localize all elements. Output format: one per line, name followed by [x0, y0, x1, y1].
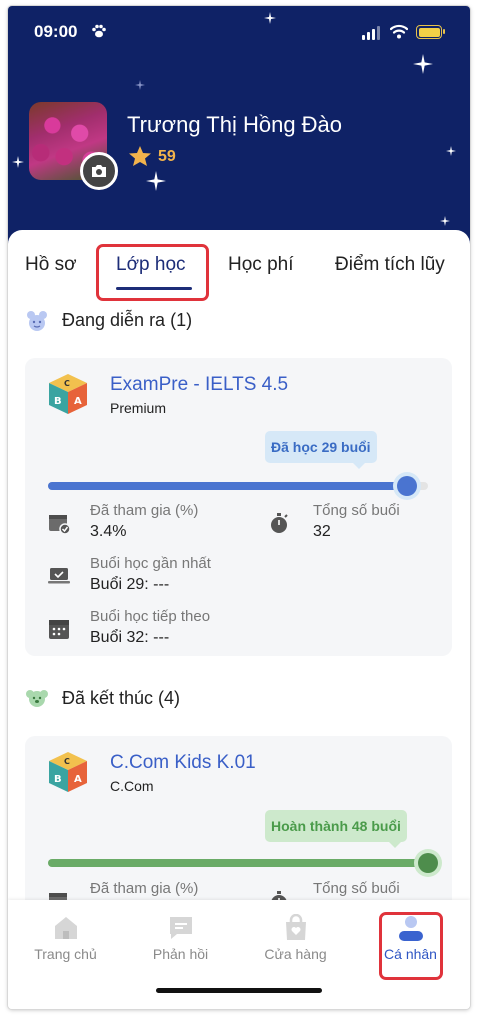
section-title-finished: Đã kết thúc (4)	[62, 688, 181, 708]
svg-text:B: B	[54, 396, 62, 407]
course-title[interactable]: ExamPre - IELTS 4.5	[110, 374, 288, 396]
attended-label: Đã tham gia (%)	[90, 502, 199, 519]
calendar-grid-icon	[49, 620, 69, 639]
nav-home[interactable]: Trang chủ	[8, 900, 123, 980]
signal-icon	[362, 26, 382, 40]
sparkle-icon	[446, 146, 456, 156]
laptop-check-icon	[48, 568, 70, 584]
progress-track	[48, 853, 438, 873]
progress-track	[48, 476, 428, 496]
mouse-icon	[27, 311, 47, 331]
course-subtitle: Premium	[110, 400, 167, 416]
tab-tuition[interactable]: Học phí	[228, 254, 293, 276]
bottom-nav: Trang chủ Phản hồi Cửa hàng Cá nhân	[8, 900, 470, 1009]
content-panel: Hồ sơ Lớp học Học phí Điểm tích lũy Đang…	[8, 230, 470, 910]
wifi-icon	[390, 24, 408, 39]
sparkle-icon	[413, 54, 433, 74]
svg-text:A: A	[74, 774, 82, 785]
next-session-label: Buổi học tiếp theo	[90, 608, 211, 625]
sparkle-icon	[12, 156, 24, 168]
total-sessions-label: Tổng số buổi	[313, 880, 400, 897]
sparkle-icon	[146, 171, 166, 191]
home-icon	[55, 917, 77, 939]
phone-screen: 09:00 Trương Thị Hồng Đào 59 Hồ sơ Lớp h…	[8, 6, 470, 1009]
next-session-value: Buổi 32: ---	[90, 629, 170, 646]
chat-icon	[170, 917, 192, 939]
nav-label: Trang chủ	[34, 946, 97, 962]
course-card-ongoing[interactable]: C B A ExamPre - IELTS 4.5 Premium Đã học…	[25, 358, 452, 656]
latest-session-label: Buổi học gần nhất	[90, 555, 211, 572]
total-sessions-label: Tổng số buổi	[313, 502, 400, 519]
course-card-finished[interactable]: C B A C.Com Kids K.01 C.Com Hoàn thành 4…	[25, 736, 452, 910]
change-avatar-button[interactable]	[80, 152, 118, 190]
profile-header: 09:00 Trương Thị Hồng Đào 59	[8, 6, 470, 251]
tab-profile[interactable]: Hồ sơ	[25, 254, 77, 276]
sparkle-icon	[440, 216, 450, 226]
abc-cube-icon: C B A	[49, 752, 87, 792]
sparkle-icon	[135, 80, 145, 90]
svg-text:A: A	[74, 396, 82, 407]
progress-fill	[48, 482, 407, 490]
progress-bubble: Hoàn thành 48 buổi	[265, 810, 407, 848]
highlight-box	[96, 244, 209, 301]
stopwatch-icon	[271, 513, 288, 533]
progress-knob	[396, 476, 417, 496]
svg-text:C: C	[64, 757, 70, 766]
attended-label: Đã tham gia (%)	[90, 880, 199, 897]
battery-icon	[416, 25, 445, 39]
nav-label: Phản hồi	[152, 946, 209, 962]
status-time: 09:00	[34, 22, 78, 41]
nav-label: Cửa hàng	[264, 946, 327, 962]
svg-text:C: C	[64, 379, 70, 388]
progress-bubble: Đã học 29 buổi	[265, 431, 377, 469]
tab-points[interactable]: Điểm tích lũy	[335, 254, 445, 276]
highlight-box	[379, 912, 443, 980]
progress-fill	[48, 859, 428, 867]
section-title-ongoing: Đang diễn ra (1)	[62, 310, 193, 330]
camera-icon	[92, 165, 106, 177]
calendar-check-icon	[49, 515, 71, 535]
course-subtitle: C.Com	[110, 778, 154, 794]
latest-session-value: Buổi 29: ---	[90, 576, 170, 593]
paw-icon	[92, 24, 106, 38]
points-value: 59	[158, 148, 176, 165]
tab-bar: Hồ sơ Lớp học Học phí Điểm tích lũy	[8, 230, 470, 301]
koala-icon	[26, 690, 48, 707]
shop-bag-icon	[286, 914, 306, 940]
star-icon	[129, 146, 151, 166]
svg-text:B: B	[54, 774, 62, 785]
profile-name: Trương Thị Hồng Đào	[127, 112, 343, 137]
nav-shop[interactable]: Cửa hàng	[238, 900, 353, 980]
status-bar: 09:00	[8, 6, 470, 54]
sparkle-icon	[264, 12, 276, 24]
course-title[interactable]: C.Com Kids K.01	[110, 752, 256, 774]
nav-feedback[interactable]: Phản hồi	[123, 900, 238, 980]
home-indicator[interactable]	[156, 988, 322, 993]
attended-value: 3.4%	[90, 523, 127, 540]
total-sessions-value: 32	[313, 523, 331, 540]
abc-cube-icon: C B A	[49, 374, 87, 414]
progress-knob	[418, 853, 438, 873]
